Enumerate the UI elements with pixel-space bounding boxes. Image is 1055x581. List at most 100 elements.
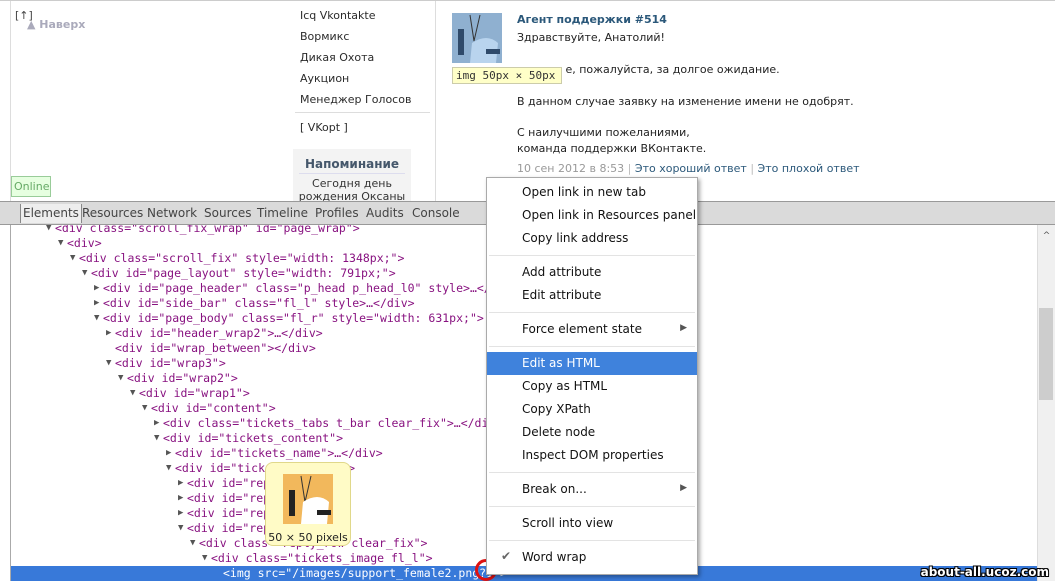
message-author[interactable]: Агент поддержки #514 — [517, 13, 667, 26]
menu-item-label: Edit attribute — [522, 288, 602, 302]
message-date: 10 сен 2012 в 8:53 | Это хороший ответ |… — [517, 162, 860, 175]
dom-node-text: <img src="/images/support_female2.png?1"… — [223, 566, 507, 580]
menu-item-word-wrap[interactable]: Word wrap ✔ — [487, 546, 697, 569]
bad-answer-link[interactable]: Это плохой ответ — [758, 162, 860, 175]
expand-right-icon[interactable]: ▶ — [166, 446, 171, 461]
menu-item-wormix[interactable]: Вормикс — [300, 30, 349, 43]
tab-console[interactable]: Console — [412, 206, 460, 220]
reminder-title: Напоминание — [299, 149, 405, 174]
expand-down-icon[interactable]: ▼ — [130, 386, 135, 401]
scroll-top-label: Наверх — [39, 18, 86, 31]
menu-item-label: Open link in new tab — [522, 185, 646, 199]
dom-node-text: <div id="wrap3"> — [115, 356, 226, 370]
dom-node-text: <div id="wrap1"> — [139, 386, 250, 400]
expand-down-icon[interactable]: ▼ — [154, 431, 159, 446]
menu-item-label: Add attribute — [522, 265, 602, 279]
menu-item-scroll-into-view[interactable]: Scroll into view — [487, 512, 697, 535]
expand-right-icon[interactable]: ▶ — [94, 296, 99, 311]
menu-item-open-link-in-resources-panel[interactable]: Open link in Resources panel — [487, 204, 697, 227]
menu-item-add-attribute[interactable]: Add attribute — [487, 261, 697, 284]
menu-item-hunt[interactable]: Дикая Охота — [300, 51, 374, 64]
expand-down-icon[interactable]: ▼ — [118, 371, 123, 386]
menu-item-label: Delete node — [522, 425, 596, 439]
menu-item-label: Force element state — [522, 322, 642, 336]
good-answer-link[interactable]: Это хороший ответ — [635, 162, 747, 175]
menu-item-label: Copy link address — [522, 231, 629, 245]
menu-item-auction[interactable]: Аукцион — [300, 72, 349, 85]
menu-separator — [489, 472, 695, 473]
expand-down-icon[interactable]: ▼ — [190, 536, 195, 551]
tab-profiles[interactable]: Profiles — [315, 206, 359, 220]
menu-item-label: Edit as HTML — [522, 356, 600, 370]
reminder-text[interactable]: Сегодня день рождения Оксаны — [293, 177, 411, 203]
expand-down-icon[interactable]: ▼ — [202, 551, 207, 566]
dom-node-text: <div id="tickets_name">…</div> — [175, 446, 383, 460]
expand-right-icon[interactable]: ▶ — [178, 506, 183, 521]
menu-item-label: Copy XPath — [522, 402, 591, 416]
dom-node-text: <div id="wrap_between"></div> — [115, 341, 316, 355]
online-badge: Online — [11, 176, 51, 197]
scroll-up-icon[interactable]: ^ — [1038, 231, 1055, 241]
tab-sources[interactable]: Sources — [204, 206, 251, 220]
scrollbar[interactable]: ^ — [1037, 225, 1055, 581]
dom-node-text: <div id="page_header" class="p_head p_he… — [103, 281, 519, 295]
expand-down-icon[interactable]: ▼ — [142, 401, 147, 416]
expand-down-icon[interactable]: ▼ — [166, 461, 171, 476]
dom-node-text: <div id="page_layout" style="width: 791p… — [91, 266, 396, 280]
expand-down-icon[interactable]: ▼ — [58, 236, 63, 251]
tab-timeline[interactable]: Timeline — [257, 206, 308, 220]
menu-item-open-link-in-new-tab[interactable]: Open link in new tab — [487, 181, 697, 204]
scroll-top-link[interactable]: ▲ Наверх — [27, 18, 85, 31]
image-dimensions: 50 × 50 pixels — [268, 531, 348, 544]
expand-down-icon[interactable]: ▼ — [106, 356, 111, 371]
menu-item-copy-link-address[interactable]: Copy link address — [487, 227, 697, 250]
scrollbar-thumb[interactable] — [1039, 308, 1053, 400]
expand-right-icon[interactable]: ▶ — [106, 326, 111, 341]
expand-down-icon[interactable]: ▼ — [82, 266, 87, 281]
support-agent-icon — [458, 14, 500, 63]
dom-node-text: <div class="scroll_fix_wrap" id="page_wr… — [55, 225, 360, 235]
menu-item-break-on[interactable]: Break on... ▶ — [487, 478, 697, 501]
menu-item-inspect-dom-properties[interactable]: Inspect DOM properties — [487, 444, 697, 467]
arrow-up-icon: ▲ — [27, 18, 40, 31]
image-preview — [283, 474, 333, 524]
menu-item-edit-attribute[interactable]: Edit attribute — [487, 284, 697, 307]
message-line: команда поддержки ВКонтакте. — [517, 142, 707, 155]
tab-audits[interactable]: Audits — [366, 206, 404, 220]
expand-down-icon[interactable]: ▼ — [94, 311, 99, 326]
menu-item-force-element-state[interactable]: Force element state ▶ — [487, 318, 697, 341]
menu-item-votes[interactable]: Менеджер Голосов — [300, 93, 411, 106]
expand-down-icon[interactable]: ▼ — [178, 521, 183, 536]
reminder-box: Напоминание Сегодня день рождения Оксаны — [293, 149, 411, 203]
menu-item-copy-xpath[interactable]: Copy XPath — [487, 398, 697, 421]
dom-node-text: <div id="page_body" class="fl_r" style="… — [103, 311, 484, 325]
support-avatar[interactable] — [452, 13, 502, 63]
message-line: С наилучшими пожеланиями, — [517, 126, 690, 139]
tab-resources[interactable]: Resources — [82, 206, 143, 220]
dom-node-text: <div id="rep — [187, 521, 271, 535]
menu-item-edit-as-html[interactable]: Edit as HTML — [487, 352, 697, 375]
menu-separator — [489, 346, 695, 347]
tab-network[interactable]: Network — [147, 206, 197, 220]
message-line: Извините, пожалуйста, за долгое ожидание… — [517, 63, 780, 76]
dom-node-text: <div id="header_wrap2">…</div> — [115, 326, 323, 340]
expand-down-icon[interactable]: ▼ — [70, 251, 75, 266]
menu-item-delete-node[interactable]: Delete node — [487, 421, 697, 444]
menu-item-icq[interactable]: Icq Vkontakte — [300, 9, 375, 22]
vkopt-link[interactable]: [ VKopt ] — [300, 121, 348, 134]
expand-right-icon[interactable]: ▶ — [154, 416, 159, 431]
expand-right-icon[interactable]: ▶ — [178, 491, 183, 506]
expand-right-icon[interactable]: ▶ — [178, 476, 183, 491]
menu-item-copy-as-html[interactable]: Copy as HTML — [487, 375, 697, 398]
submenu-arrow-icon: ▶ — [680, 483, 687, 493]
dom-node-text: <div class="scroll_fix" style="width: 13… — [79, 251, 405, 265]
image-preview-tooltip: 50 × 50 pixels — [265, 462, 351, 546]
tab-elements[interactable]: Elements — [20, 204, 82, 223]
expand-right-icon[interactable]: ▶ — [94, 281, 99, 296]
menu-separator — [489, 312, 695, 313]
menu-separator — [489, 540, 695, 541]
menu-item-label: Word wrap — [522, 550, 587, 564]
img-size-tooltip: img 50px × 50px — [452, 67, 562, 84]
expand-down-icon[interactable]: ▼ — [46, 225, 51, 236]
message-line: В данном случае заявку на изменение имен… — [517, 95, 854, 108]
